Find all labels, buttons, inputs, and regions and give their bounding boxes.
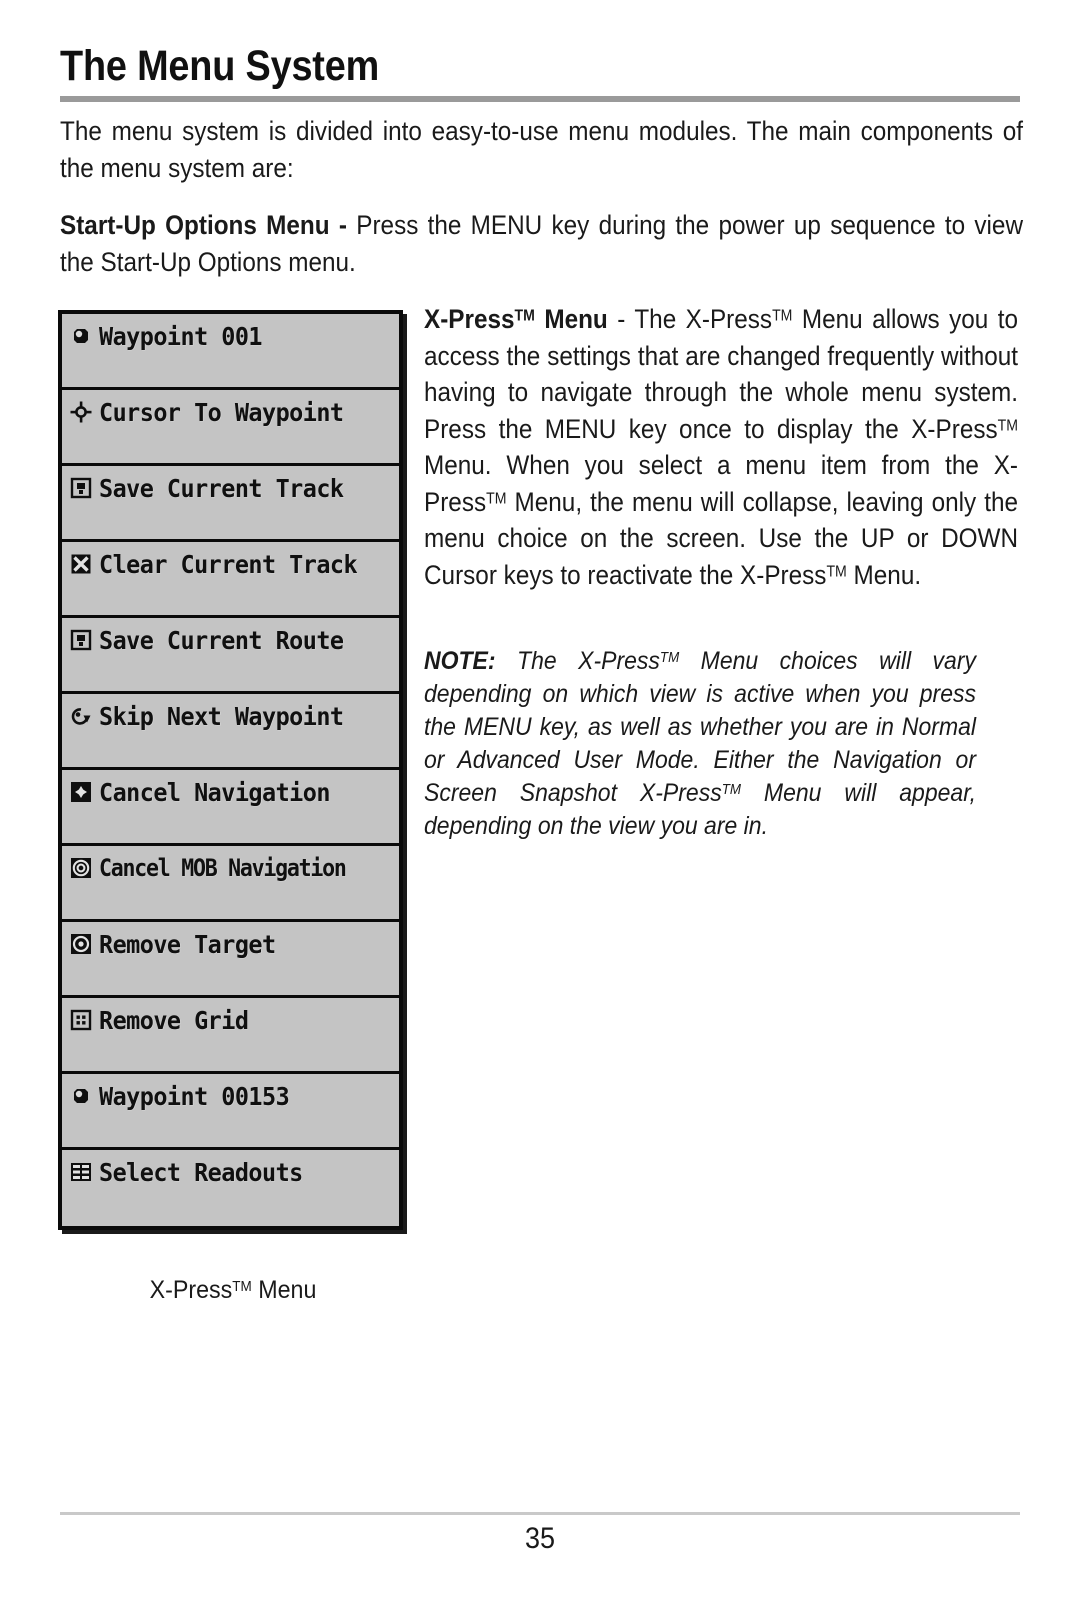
xpress-text-a: The X-Press xyxy=(634,304,773,334)
menu-row[interactable]: Save Current Route xyxy=(62,618,399,694)
x-box-icon xyxy=(68,551,94,577)
menu-item-label: Cancel Navigation xyxy=(99,777,330,807)
menu-row[interactable]: Save Current Track xyxy=(62,466,399,542)
note-text-a: The X-Press xyxy=(495,647,660,675)
menu-item-label: Skip Next Waypoint xyxy=(99,701,344,731)
trademark-symbol: TM xyxy=(486,489,507,507)
floppy-disk-icon xyxy=(68,475,94,501)
note-label: NOTE: xyxy=(424,647,496,675)
startup-options-paragraph: Start-Up Options Menu - Press the MENU k… xyxy=(60,207,1023,281)
readouts-icon xyxy=(68,1159,94,1185)
compass-diamond-icon xyxy=(68,779,94,805)
menu-row[interactable]: Waypoint 001 xyxy=(62,314,399,390)
waypoint-icon xyxy=(68,323,94,349)
xpress-label: X-Press xyxy=(424,304,515,334)
menu-item-label: Select Readouts xyxy=(99,1157,303,1187)
crosshair-icon xyxy=(68,399,94,425)
xpress-text-e: Menu. xyxy=(846,559,922,590)
menu-row[interactable]: Remove Target xyxy=(62,922,399,998)
xpress-menu-paragraph: X-PressTM Menu - The X-PressTM Menu allo… xyxy=(424,301,1018,593)
menu-item-label: Remove Target xyxy=(99,929,276,959)
target-rings-icon xyxy=(68,855,94,881)
grid-icon xyxy=(68,1007,94,1033)
target-rings-icon xyxy=(68,931,94,957)
xpress-menu-screenshot: Waypoint 001 Cursor To Waypoint Save Cur… xyxy=(58,310,403,1230)
menu-row[interactable]: Cancel MOB Navigation xyxy=(62,846,399,922)
figure-caption: X-PressTM Menu xyxy=(70,1276,396,1305)
menu-item-label: Cursor To Waypoint xyxy=(99,397,344,427)
menu-row[interactable]: Cursor To Waypoint xyxy=(62,390,399,466)
trademark-symbol: TM xyxy=(721,782,741,799)
menu-row[interactable]: Waypoint 00153 xyxy=(62,1074,399,1150)
manual-page: The Menu System The menu system is divid… xyxy=(0,0,1080,1620)
page-title: The Menu System xyxy=(60,42,380,90)
menu-item-label: Waypoint 001 xyxy=(99,321,263,351)
menu-row[interactable]: Select Readouts xyxy=(62,1150,399,1226)
startup-options-label: Start-Up Options Menu - xyxy=(60,210,357,240)
trademark-symbol: TM xyxy=(659,650,680,667)
menu-row[interactable]: Cancel Navigation xyxy=(62,770,399,846)
menu-item-label: Cancel MOB Navigation xyxy=(99,854,347,882)
title-divider xyxy=(60,96,1020,102)
trademark-symbol: TM xyxy=(232,1279,252,1296)
menu-item-label: Waypoint 00153 xyxy=(99,1081,290,1111)
floppy-disk-icon xyxy=(68,627,94,653)
skip-arrow-icon xyxy=(68,703,94,729)
xpress-label-suffix: Menu xyxy=(534,304,608,334)
figure-caption-suffix: Menu xyxy=(251,1276,317,1304)
menu-row[interactable]: Remove Grid xyxy=(62,998,399,1074)
waypoint-icon xyxy=(68,1083,94,1109)
intro-paragraph: The menu system is divided into easy-to-… xyxy=(60,113,1023,187)
xpress-dash: - xyxy=(607,304,635,334)
menu-item-label: Clear Current Track xyxy=(99,549,358,579)
intro-text: The menu system is divided into easy-to-… xyxy=(60,116,1023,183)
trademark-symbol: TM xyxy=(826,562,847,580)
trademark-symbol: TM xyxy=(997,416,1018,434)
xpress-text-d: Menu, the menu will collapse, leaving on… xyxy=(424,486,1018,590)
page-number: 35 xyxy=(524,1522,556,1555)
trademark-symbol: TM xyxy=(772,307,793,325)
note-paragraph: NOTE: The X-PressTM Menu choices will va… xyxy=(424,645,976,843)
menu-item-label: Remove Grid xyxy=(99,1005,249,1035)
footer-divider xyxy=(60,1512,1020,1515)
menu-row[interactable]: Skip Next Waypoint xyxy=(62,694,399,770)
trademark-symbol: TM xyxy=(514,307,535,325)
menu-row[interactable]: Clear Current Track xyxy=(62,542,399,618)
menu-item-label: Save Current Track xyxy=(99,473,344,503)
figure-caption-text: X-Press xyxy=(149,1276,233,1304)
menu-item-label: Save Current Route xyxy=(99,625,344,655)
